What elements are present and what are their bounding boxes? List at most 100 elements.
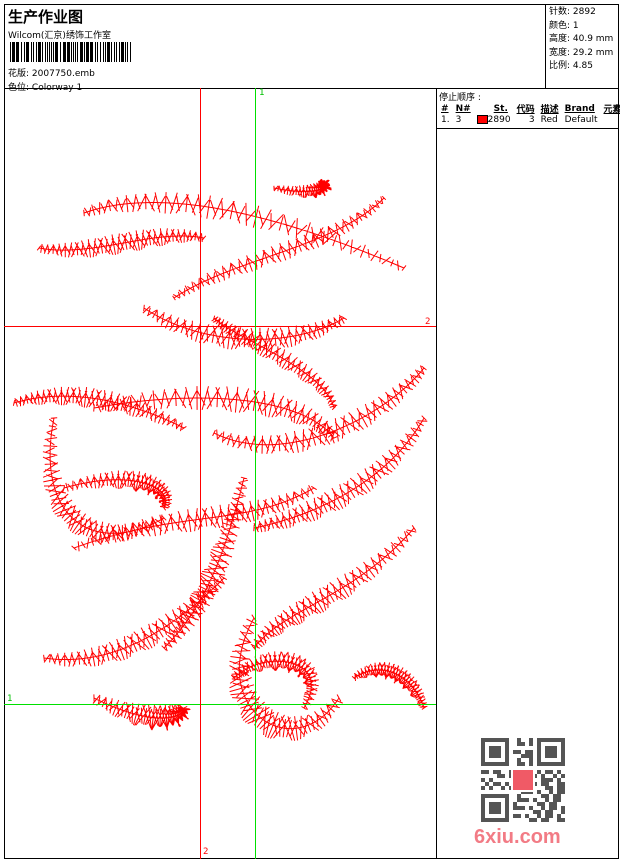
stitch-path [229,614,343,741]
row-description: Red [540,115,558,125]
guide-label-left: 1 [7,694,13,704]
barcode-bar [100,42,101,62]
qr-module [513,802,517,806]
barcode-bar [84,42,85,62]
barcode-bar [47,42,48,62]
qr-module [497,770,501,774]
barcode-bar [16,42,19,62]
qr-finder [489,802,501,814]
qr-module [561,810,565,814]
barcode-bar [24,42,25,62]
qr-module [505,782,509,786]
guide-label-right: 2 [425,317,431,327]
barcode-bar [45,42,46,62]
barcode-bar [10,42,11,62]
page-title: 生产作业图 [8,8,84,26]
qr-module [493,782,497,786]
qr-module [521,806,525,810]
row-brand: Default [564,115,598,125]
design-info-panel: 针数: 2892 颜色: 1 高度: 40.9 mm 宽度: 29.2 mm 比… [545,4,619,89]
header: 生产作业图 Wilcom(汇京)绣饰工作室 花版: 2007750.emb 色位… [4,4,545,93]
stitch-path [92,694,191,731]
barcode-bar [121,42,124,62]
qr-module [557,770,561,774]
col-needle: N# [455,103,471,114]
guide-label-top: 1 [259,88,265,98]
qr-module [501,774,505,778]
qr-module [537,810,541,814]
stitch-path [250,525,417,651]
qr-module [545,814,549,818]
barcode-bar [33,42,34,62]
qr-module [529,806,533,810]
qr-module [517,762,521,766]
barcode-bar [97,42,98,62]
qr-module [557,778,561,782]
qr-module [537,770,541,774]
barcode-bar [105,42,106,62]
stitch-region [62,470,173,511]
row-element [601,115,620,125]
qr-module [557,794,561,798]
hoop-guide-2-vertical [200,88,201,859]
barcode-bar [73,42,74,62]
qr-module [545,778,549,782]
qr-module [481,778,485,782]
qr-module [553,802,557,806]
qr-module [549,802,553,806]
qr-module [561,782,565,786]
barcode-bar [86,42,89,62]
qr-finder [489,746,501,758]
qr-module [545,818,549,822]
qr-module [545,794,549,798]
color-count: 颜色: 1 [549,20,579,31]
qr-module [517,814,521,818]
stitch-count: 针数: 2892 [549,7,596,17]
qr-module [545,786,549,790]
guide-label-bottom: 2 [203,847,209,857]
barcode-bar [42,42,43,62]
qr-module [541,802,545,806]
qr-module [497,782,501,786]
col-index: # [441,103,449,114]
stitch-path [161,476,249,652]
stitch-path [351,661,428,710]
qr-module [517,758,521,762]
qr-module [533,810,537,814]
barcode-bar [51,42,52,62]
table-row[interactable]: 1. 3 2890 3 Red Default [438,115,620,125]
qr-module [517,798,521,802]
qr-module [541,774,545,778]
barcode-bar [111,42,112,62]
qr-module [549,786,553,790]
barcode-bar [60,42,61,62]
qr-finder [545,746,557,758]
qr-module [485,770,489,774]
qr-module [557,818,561,822]
qr-module [545,798,549,802]
qr-module [529,758,533,762]
watermark-logo: 6xiu.com [474,826,561,848]
qr-module [525,754,529,758]
qr-module [513,750,517,754]
qr-module [561,790,565,794]
qr-module [525,798,529,802]
qr-module [517,738,521,742]
col-description: 描述 [540,105,559,115]
stop-sequence-panel: 停止顺序 : # N# St. 代码 描述 Brand 元素 1. 3 2890… [437,89,620,129]
studio-name: Wilcom(汇京)绣饰工作室 [8,31,111,41]
qr-module [493,770,497,774]
qr-module [529,738,533,742]
stitch-region [273,178,332,199]
row-index: 1. [441,115,450,125]
qr-module [513,814,517,818]
qr-code [481,738,565,822]
qr-module [529,818,533,822]
qr-module [553,794,557,798]
barcode-bar [67,42,70,62]
stitch-path [71,485,317,552]
barcode-bar [38,42,41,62]
qr-module [541,794,545,798]
stitch-path [273,178,332,199]
hoop-guide-1-vertical [255,88,256,859]
